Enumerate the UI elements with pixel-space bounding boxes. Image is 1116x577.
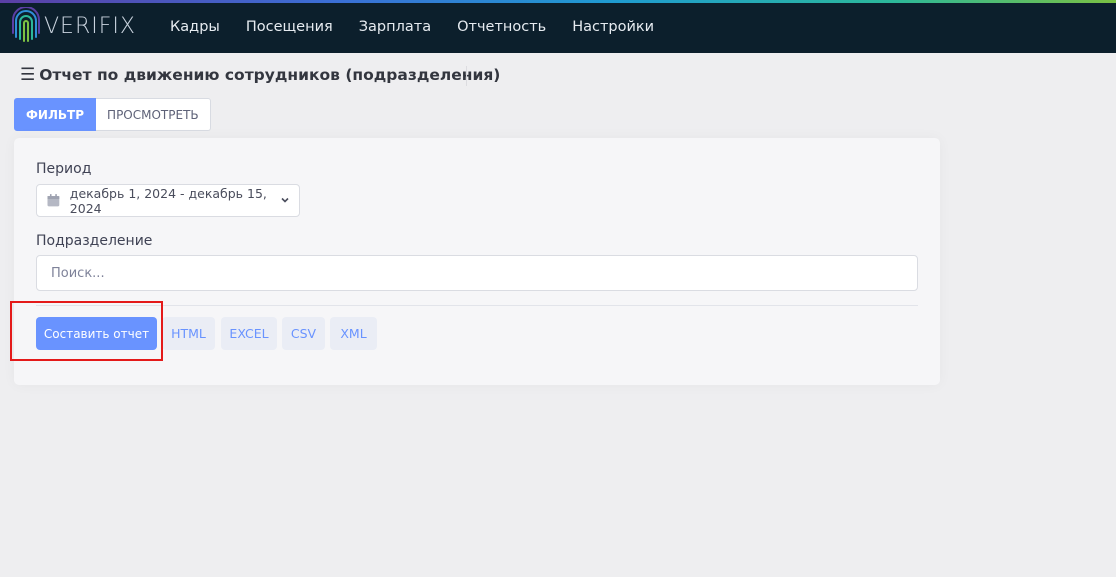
page-title: ☰ Отчет по движению сотрудников (подразд…: [20, 65, 500, 85]
hamburger-icon[interactable]: ☰: [20, 65, 35, 85]
chevron-down-icon: [281, 197, 289, 203]
highlight-box: [10, 301, 163, 361]
page-title-text: Отчет по движению сотрудников (подраздел…: [39, 66, 501, 84]
nav-item-staff[interactable]: Кадры: [170, 19, 220, 35]
nav-item-settings[interactable]: Настройки: [572, 19, 654, 35]
actions-divider: [36, 305, 918, 306]
export-html-button[interactable]: HTML: [162, 317, 215, 350]
nav-item-salary[interactable]: Зарплата: [359, 19, 431, 35]
department-search-input[interactable]: [36, 255, 918, 291]
department-label: Подразделение: [36, 233, 153, 249]
nav-item-attendance[interactable]: Посещения: [246, 19, 333, 35]
period-date-picker[interactable]: декабрь 1, 2024 - декабрь 15, 2024: [36, 184, 300, 217]
export-csv-button[interactable]: CSV: [282, 317, 325, 350]
brand-name: VERIFIX: [44, 13, 136, 39]
view-tabs: ФИЛЬТР ПРОСМОТРЕТЬ: [14, 98, 211, 131]
tab-filter[interactable]: ФИЛЬТР: [14, 98, 97, 131]
export-excel-button[interactable]: EXCEL: [221, 317, 277, 350]
export-xml-button[interactable]: XML: [330, 317, 377, 350]
main-nav: Кадры Посещения Зарплата Отчетность Наст…: [157, 0, 667, 53]
tab-view[interactable]: ПРОСМОТРЕТЬ: [96, 98, 211, 131]
period-value: декабрь 1, 2024 - декабрь 15, 2024: [69, 185, 267, 216]
title-divider: [466, 66, 467, 86]
brand-logo[interactable]: VERIFIX: [12, 7, 136, 45]
calendar-icon: [47, 194, 60, 207]
top-navbar: VERIFIX Кадры Посещения Зарплата Отчетно…: [0, 0, 1116, 53]
period-label: Период: [36, 161, 92, 177]
fingerprint-icon: [12, 7, 40, 42]
nav-item-reports[interactable]: Отчетность: [457, 19, 546, 35]
